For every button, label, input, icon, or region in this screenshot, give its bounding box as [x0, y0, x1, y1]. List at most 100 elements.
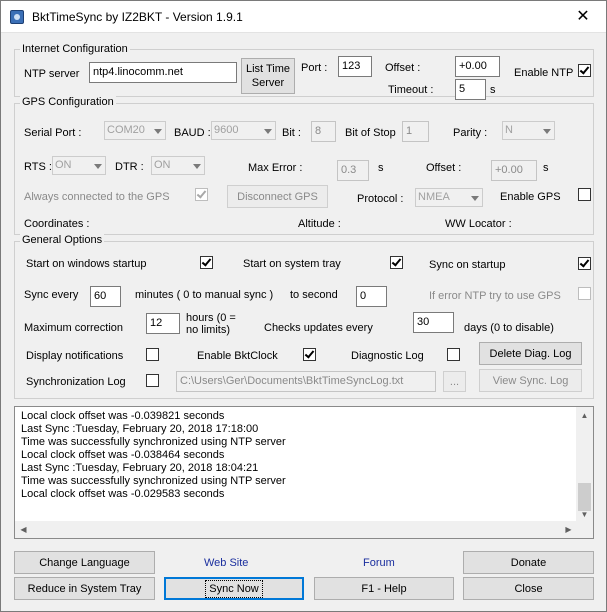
timeout-input[interactable]: 5: [455, 79, 486, 100]
log-line: Time was successfully synchronized using…: [21, 436, 286, 448]
rts-label: RTS :: [24, 161, 52, 173]
enable-ntp-label: Enable NTP: [514, 67, 574, 79]
days-label: days (0 to disable): [464, 322, 554, 334]
browse-button[interactable]: ...: [443, 371, 466, 392]
scroll-left-icon[interactable]: ◀: [15, 521, 32, 538]
diag-log-checkbox[interactable]: [447, 348, 460, 361]
to-second-input[interactable]: 0: [356, 286, 387, 307]
max-error-input[interactable]: 0.3: [337, 160, 369, 181]
reduce-tray-button[interactable]: Reduce in System Tray: [14, 577, 155, 600]
bit-label: Bit :: [282, 127, 301, 139]
close-window-button[interactable]: ✕: [560, 1, 606, 32]
start-windows-label: Start on windows startup: [26, 258, 147, 270]
gps-offset-label: Offset :: [426, 162, 462, 174]
max-error-unit: s: [378, 162, 384, 174]
minutes-label: minutes ( 0 to manual sync ): [135, 289, 274, 301]
sync-every-label: Sync every: [24, 289, 79, 301]
start-tray-label: Start on system tray: [243, 258, 341, 270]
port-label: Port :: [301, 62, 328, 74]
log-line: Local clock offset was -0.038464 seconds: [21, 449, 225, 461]
checks-updates-input[interactable]: 30: [413, 312, 454, 333]
sync-now-button[interactable]: Sync Now: [164, 577, 304, 600]
sync-log-checkbox[interactable]: [146, 374, 159, 387]
checkmark-icon: [391, 256, 402, 267]
app-window: BktTimeSync by IZ2BKT - Version 1.9.1 ✕ …: [0, 0, 607, 612]
bktclock-checkbox[interactable]: [303, 348, 316, 361]
always-connected-checkbox[interactable]: [195, 188, 208, 201]
start-tray-checkbox[interactable]: [390, 256, 403, 269]
chevron-down-icon: [264, 129, 272, 134]
hours-label-2: no limits): [186, 324, 231, 336]
diag-log-label: Diagnostic Log: [351, 350, 424, 362]
ntp-server-input[interactable]: ntp4.linocomm.net: [89, 62, 237, 83]
checkmark-icon: [196, 188, 207, 199]
close-button[interactable]: Close: [463, 577, 594, 600]
forum-link[interactable]: Forum: [363, 556, 395, 570]
if-error-label: If error NTP try to use GPS: [429, 290, 561, 302]
if-error-checkbox[interactable]: [578, 287, 591, 300]
log-line: Time was successfully synchronized using…: [21, 475, 286, 487]
ntp-offset-label: Offset :: [385, 62, 421, 74]
scroll-up-icon[interactable]: ▲: [576, 407, 593, 424]
window-title: BktTimeSync by IZ2BKT - Version 1.9.1: [32, 10, 243, 24]
start-windows-checkbox[interactable]: [200, 256, 213, 269]
max-error-label: Max Error :: [248, 162, 303, 174]
parity-label: Parity :: [453, 127, 488, 139]
coordinates-label: Coordinates :: [24, 218, 90, 230]
log-textarea[interactable]: Local clock offset was -0.039821 seconds…: [14, 406, 594, 539]
scroll-right-icon[interactable]: ▶: [560, 521, 577, 538]
chevron-down-icon: [543, 129, 551, 134]
checkmark-icon: [201, 256, 212, 267]
protocol-label: Protocol :: [357, 193, 404, 205]
notifications-label: Display notifications: [26, 350, 124, 362]
baud-label: BAUD :: [174, 127, 211, 139]
log-path-input[interactable]: C:\Users\Ger\Documents\BktTimeSyncLog.tx…: [176, 371, 436, 392]
port-input[interactable]: 123: [338, 56, 372, 77]
sync-every-input[interactable]: 60: [90, 286, 121, 307]
clock-icon: [10, 10, 24, 24]
enable-gps-checkbox[interactable]: [578, 188, 591, 201]
baud-select[interactable]: 9600: [211, 121, 276, 140]
enable-gps-label: Enable GPS: [500, 191, 561, 203]
rts-select[interactable]: ON: [52, 156, 106, 175]
disconnect-gps-button[interactable]: Disconnect GPS: [227, 185, 328, 208]
ntp-server-label: NTP server: [24, 68, 80, 80]
altitude-label: Altitude :: [298, 218, 341, 230]
gps-config-legend: GPS Configuration: [20, 96, 116, 109]
protocol-select[interactable]: NMEA: [415, 188, 483, 207]
title-bar: BktTimeSync by IZ2BKT - Version 1.9.1 ✕: [1, 1, 606, 33]
horizontal-scrollbar[interactable]: ◀ ▶: [15, 521, 577, 538]
log-line: Last Sync :Tuesday, February 20, 2018 18…: [21, 462, 259, 474]
web-site-link[interactable]: Web Site: [204, 556, 248, 570]
internet-config-legend: Internet Configuration: [20, 43, 130, 56]
max-correction-input[interactable]: 12: [146, 313, 180, 334]
dtr-select[interactable]: ON: [151, 156, 205, 175]
general-options-legend: General Options: [20, 234, 105, 247]
ntp-offset-input[interactable]: +0.00: [455, 56, 500, 77]
gps-offset-unit: s: [543, 162, 549, 174]
vertical-scrollbar[interactable]: ▲ ▼: [576, 407, 593, 523]
log-lines: Local clock offset was -0.039821 seconds…: [21, 410, 286, 501]
stop-bit-input[interactable]: 1: [402, 121, 429, 142]
chevron-down-icon: [471, 196, 479, 201]
sync-startup-checkbox[interactable]: [578, 257, 591, 270]
gps-offset-input[interactable]: +0.00: [491, 160, 537, 181]
timeout-unit: s: [490, 84, 496, 96]
max-correction-label: Maximum correction: [24, 322, 124, 334]
bit-input[interactable]: 8: [311, 121, 336, 142]
help-button[interactable]: F1 - Help: [314, 577, 454, 600]
enable-ntp-checkbox[interactable]: [578, 64, 591, 77]
sync-startup-label: Sync on startup: [429, 259, 506, 271]
serial-port-select[interactable]: COM20: [104, 121, 166, 140]
dtr-label: DTR :: [115, 161, 144, 173]
view-sync-log-button[interactable]: View Sync. Log: [479, 369, 582, 392]
change-language-button[interactable]: Change Language: [14, 551, 155, 574]
list-time-server-button[interactable]: List Time Server: [241, 58, 295, 94]
delete-diag-log-button[interactable]: Delete Diag. Log: [479, 342, 582, 365]
notifications-checkbox[interactable]: [146, 348, 159, 361]
ww-locator-label: WW Locator :: [445, 218, 512, 230]
serial-port-label: Serial Port :: [24, 127, 82, 139]
parity-select[interactable]: N: [502, 121, 555, 140]
checkmark-icon: [579, 257, 590, 268]
donate-button[interactable]: Donate: [463, 551, 594, 574]
